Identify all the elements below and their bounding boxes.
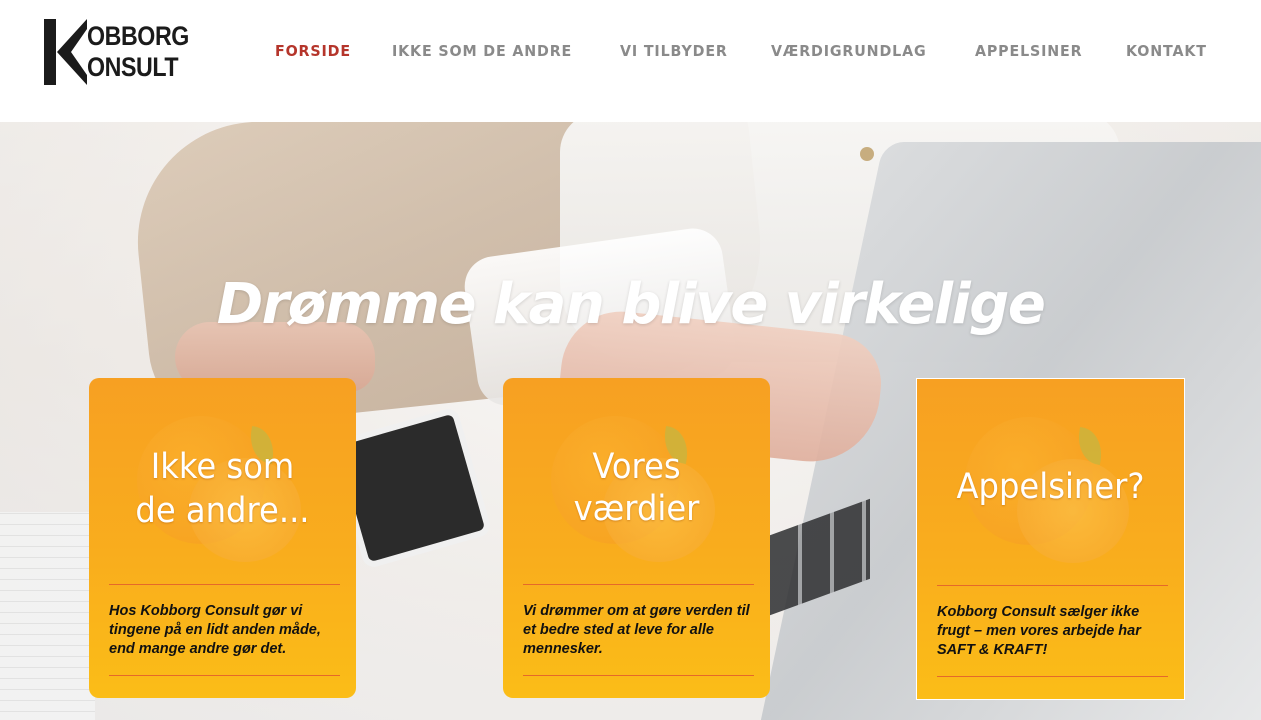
site-header: OBBORG ONSULT FORSIDE IKKE SOM DE ANDRE …: [0, 0, 1261, 122]
card-vores-vaerdier[interactable]: Vores værdier Vi drømmer om at gøre verd…: [503, 378, 770, 698]
card-divider-bottom: [937, 676, 1168, 677]
nav-item-appelsiner[interactable]: APPELSINER: [975, 42, 1082, 60]
nav-item-vaerdigrundlag[interactable]: VÆRDIGRUNDLAG: [771, 42, 927, 60]
nav-item-kontakt[interactable]: KONTAKT: [1126, 42, 1207, 60]
card-heading-line-1: Ikke som: [150, 447, 295, 487]
card-divider-bottom: [523, 675, 754, 676]
card-heading-line-1: Vores: [592, 447, 681, 487]
card-ikke-som-de-andre[interactable]: Ikke som de andre... Hos Kobborg Consult…: [89, 378, 356, 698]
hero-photo-button: [860, 147, 874, 161]
card-heading-line-2: værdier: [573, 489, 700, 529]
nav-item-vi-tilbyder[interactable]: VI TILBYDER: [620, 42, 728, 60]
card-divider-top: [937, 585, 1168, 586]
hero-title: Drømme kan blive virkelige: [216, 272, 1046, 337]
hero-photo-paper: [0, 512, 95, 720]
card-description: Vi drømmer om at gøre verden til et bedr…: [523, 603, 750, 657]
card-description: Kobborg Consult sælger ikke frugt – men …: [937, 604, 1141, 658]
card-divider-top: [109, 584, 340, 585]
card-divider-top: [523, 584, 754, 585]
card-description: Hos Kobborg Consult gør vi tingene på en…: [109, 603, 321, 657]
hero-section: Drømme kan blive virkelige Ikke som de a…: [0, 122, 1261, 720]
card-appelsiner[interactable]: Appelsiner? Kobborg Consult sælger ikke …: [916, 378, 1185, 700]
main-nav: FORSIDE IKKE SOM DE ANDRE VI TILBYDER VÆ…: [0, 42, 1261, 64]
card-heading-line-2: de andre...: [135, 491, 310, 531]
card-heading: Appelsiner?: [956, 467, 1145, 507]
nav-item-ikke-som-de-andre[interactable]: IKKE SOM DE ANDRE: [392, 42, 572, 60]
card-divider-bottom: [109, 675, 340, 676]
nav-item-forside[interactable]: FORSIDE: [275, 42, 351, 60]
